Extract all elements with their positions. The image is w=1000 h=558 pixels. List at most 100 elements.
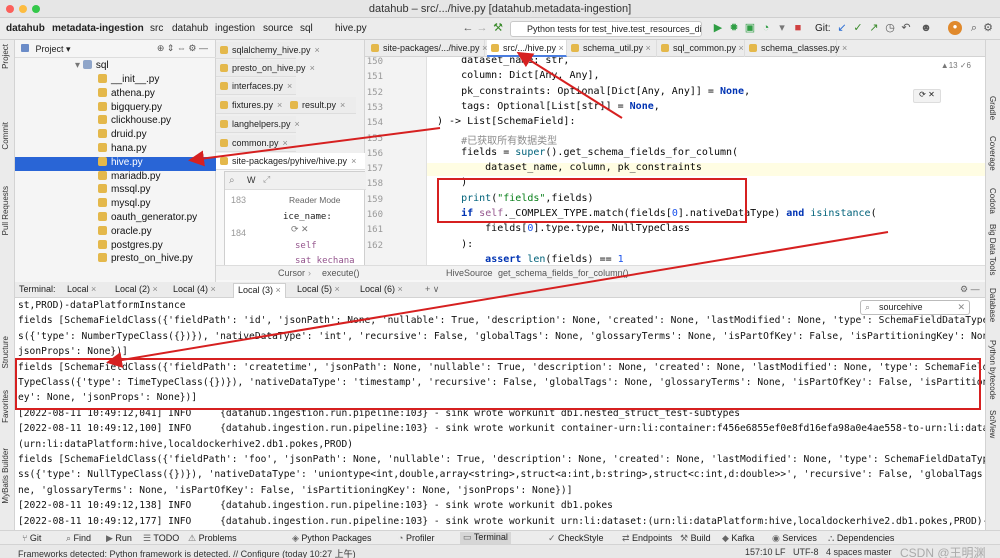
strip-coverage[interactable]: Coverage: [988, 136, 997, 171]
popup-search-bar[interactable]: ⌕ W ⤢: [225, 172, 366, 190]
strip-mybatis-builder[interactable]: MyBatis Builder: [1, 448, 10, 504]
close-tab-icon[interactable]: ×: [295, 119, 300, 129]
close-tab-icon[interactable]: ×: [208, 284, 216, 294]
status-message[interactable]: Frameworks detected: Python framework is…: [18, 547, 356, 558]
new-terminal-icon[interactable]: + ∨: [425, 284, 439, 295]
more-run-icon[interactable]: ▾: [776, 22, 788, 34]
popup-hint-icon-2[interactable]: ⟳ ✕: [291, 224, 309, 235]
strip-big-data-tools[interactable]: Big Data Tools: [988, 224, 997, 275]
inspection-widget[interactable]: ▲13 ✓6: [941, 61, 971, 70]
tree-file-item[interactable]: druid.py: [98, 129, 147, 143]
coverage-icon[interactable]: ▣: [744, 22, 756, 34]
code-editor[interactable]: ▲13 ✓6 ⟳ ✕ dataset_name: str, column: Di…: [427, 57, 985, 265]
tree-file-item[interactable]: hive.py: [15, 156, 216, 171]
project-dropdown-icon[interactable]: ▾: [66, 44, 71, 54]
terminal-tab[interactable]: Local (4) ×: [173, 284, 216, 294]
tree-file-item[interactable]: mssql.py: [98, 184, 150, 198]
rollback-icon[interactable]: ↶: [900, 22, 912, 34]
git-push-icon[interactable]: ↗: [868, 22, 880, 34]
tree-file-item[interactable]: presto_on_hive.py: [98, 253, 193, 267]
terminal-tab[interactable]: Local (3) ×: [233, 283, 286, 298]
close-tab-icon[interactable]: ×: [395, 284, 403, 294]
terminal-tab[interactable]: Local (5) ×: [297, 284, 340, 294]
strip-project[interactable]: Project: [1, 44, 10, 69]
editor-tab[interactable]: schema_classes.py ×: [745, 40, 847, 57]
tree-file-item[interactable]: mariadb.py: [98, 170, 160, 185]
breadcrumb-ingestion[interactable]: ingestion: [215, 23, 255, 34]
tree-file-item[interactable]: clickhouse.py: [98, 115, 171, 129]
tree-folder-sql[interactable]: ▾ sql: [75, 60, 109, 74]
terminal-settings-icon[interactable]: ⚙ —: [960, 284, 980, 295]
strip-structure[interactable]: Structure: [1, 336, 10, 368]
tree-file-item[interactable]: mysql.py: [98, 198, 150, 212]
tool-window-button[interactable]: ▶ Run: [106, 533, 132, 544]
popup-hint-icon[interactable]: ⟳ ✕: [913, 89, 941, 103]
close-tab-icon[interactable]: ×: [332, 284, 340, 294]
breadcrumb-module[interactable]: metadata-ingestion: [52, 23, 144, 34]
close-tab-icon[interactable]: ×: [287, 81, 292, 91]
breadcrumb-source[interactable]: source: [263, 23, 293, 34]
strip-pull-requests[interactable]: Pull Requests: [1, 186, 10, 235]
avatar[interactable]: ●: [948, 21, 962, 35]
settings-icon[interactable]: ⚙: [982, 22, 994, 34]
close-tab-icon[interactable]: ×: [840, 43, 847, 53]
tool-window-button[interactable]: ☰ TODO: [143, 533, 179, 544]
tree-file-item[interactable]: oauth_generator.py: [98, 212, 197, 226]
close-tab-icon[interactable]: ×: [736, 43, 744, 53]
strip-commit[interactable]: Commit: [1, 122, 10, 150]
breadcrumb-project[interactable]: datahub: [6, 23, 45, 34]
clear-search-icon[interactable]: ✕: [957, 302, 965, 313]
tool-window-button[interactable]: ⚒ Build: [680, 533, 711, 544]
tree-file-item[interactable]: hana.py: [98, 143, 147, 157]
debug-icon[interactable]: ✹: [728, 22, 740, 34]
strip-sciview[interactable]: SciView: [988, 410, 997, 438]
tool-window-button[interactable]: ⛬ Dependencies: [828, 533, 894, 544]
close-tab-icon[interactable]: ×: [340, 100, 345, 110]
editor-tab[interactable]: langhelpers.py ×: [216, 116, 300, 133]
tool-window-button[interactable]: ▭ Terminal: [460, 532, 511, 544]
popup-pin-icon[interactable]: ⤢: [263, 174, 270, 185]
close-tab-icon[interactable]: ×: [283, 138, 288, 148]
editor-tab[interactable]: fixtures.py ×: [216, 97, 286, 114]
close-tab-icon[interactable]: ×: [150, 284, 158, 294]
project-view-icon[interactable]: [21, 44, 29, 52]
close-tab-icon[interactable]: ×: [315, 45, 320, 55]
forward-arrow-icon[interactable]: →: [476, 22, 488, 34]
search-everywhere-icon[interactable]: ⌕: [968, 22, 980, 34]
close-tab-icon[interactable]: ×: [556, 43, 564, 53]
close-tab-icon[interactable]: ×: [277, 100, 282, 110]
terminal-tab[interactable]: Local (2) ×: [115, 284, 158, 294]
crumb-method[interactable]: execute(): [322, 268, 360, 278]
tool-window-button[interactable]: ⌕ Find: [66, 533, 91, 544]
terminal-tab[interactable]: Local (6) ×: [360, 284, 403, 294]
close-tab-icon[interactable]: ×: [89, 284, 96, 294]
project-panel-title[interactable]: Project: [36, 44, 64, 54]
terminal-search-field[interactable]: ⌕ sourcehive ✕: [860, 300, 970, 315]
tool-window-button[interactable]: ⇄ Endpoints: [622, 533, 672, 544]
strip-gradle[interactable]: Gradle: [988, 96, 997, 120]
breadcrumb-src[interactable]: src: [150, 23, 163, 34]
editor-tab[interactable]: sqlalchemy_hive.py ×: [216, 42, 320, 59]
tree-file-item[interactable]: bigquery.py: [98, 101, 162, 116]
project-panel-actions[interactable]: ⊕ ⇕ ⇔ ⚙ —: [157, 43, 208, 54]
tree-file-item[interactable]: __init__.py: [98, 74, 159, 88]
tool-window-button[interactable]: ◈ Python Packages: [292, 533, 371, 544]
strip-favorites[interactable]: Favorites: [1, 390, 10, 423]
file-encoding[interactable]: UTF-8: [793, 547, 819, 557]
profile-icon[interactable]: ◔: [760, 22, 772, 34]
tree-file-item[interactable]: athena.py: [98, 87, 155, 102]
line-separator[interactable]: LF: [775, 547, 786, 557]
crumb-method[interactable]: get_schema_fields_for_column(): [498, 268, 629, 278]
editor-tab[interactable]: schema_util.py ×: [567, 40, 657, 57]
editor-tab[interactable]: interfaces.py ×: [216, 78, 296, 95]
breadcrumb-file[interactable]: hive.py: [335, 23, 367, 34]
tool-window-button[interactable]: ◆ Kafka: [722, 533, 754, 544]
close-tab-icon[interactable]: ×: [310, 63, 315, 73]
breadcrumb-datahub[interactable]: datahub: [172, 23, 208, 34]
terminal-tab[interactable]: Local ×: [67, 284, 96, 294]
close-tab-icon[interactable]: ×: [351, 156, 356, 166]
git-update-icon[interactable]: ↙: [836, 22, 848, 34]
indent-setting[interactable]: 4 spaces: [826, 547, 862, 557]
cursor-position[interactable]: 157:10: [745, 547, 773, 557]
git-commit-icon[interactable]: ✓: [852, 22, 864, 34]
